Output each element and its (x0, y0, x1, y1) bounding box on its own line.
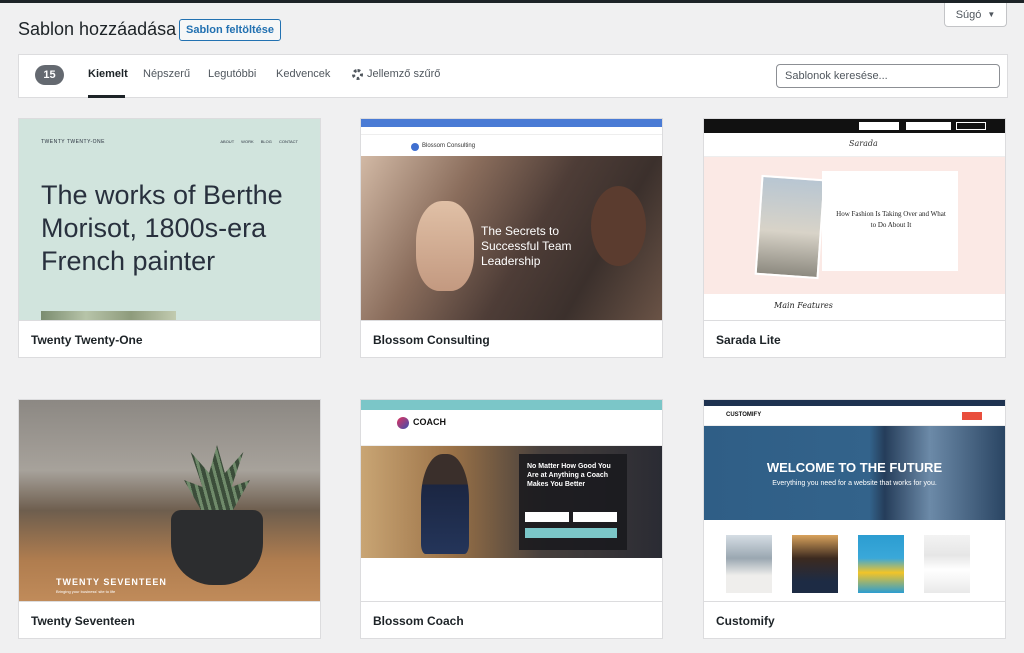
preview-headline: No Matter How Good You Are at Anything a… (527, 463, 611, 488)
theme-card-twenty-twenty-one[interactable]: TWENTY TWENTY-ONE ABOUT WORK BLOG CONTAC… (18, 118, 321, 358)
upload-theme-button[interactable]: Sablon feltöltése (179, 19, 282, 41)
theme-name: Sarada Lite (704, 320, 1005, 357)
help-tab-label: Súgó (955, 8, 982, 21)
theme-name: Twenty Seventeen (19, 601, 320, 638)
preview-logo-icon (411, 143, 419, 151)
preview-headline: How Fashion Is Taking Over and What to D… (836, 210, 946, 229)
preview-headline: The Secrets to Successful Team Leadershi… (481, 224, 572, 268)
theme-card-blossom-coach[interactable]: COACH No Matter How Good You Are at Anyt… (360, 399, 663, 639)
preview-product-image (792, 535, 838, 593)
preview-photo (754, 174, 826, 280)
preview-pot (171, 510, 263, 585)
preview-input (906, 122, 951, 130)
caret-down-icon: ▼ (987, 10, 996, 19)
preview-hero-image: No Matter How Good You Are at Anything a… (361, 446, 662, 558)
theme-screenshot[interactable]: COACH No Matter How Good You Are at Anyt… (361, 400, 662, 601)
theme-screenshot[interactable]: Blossom Consulting The Secrets to Succes… (361, 119, 662, 320)
preview-newsletter-bar (704, 119, 1005, 133)
preview-person (591, 186, 646, 266)
admin-top-bar (0, 0, 1024, 3)
preview-logo: Blossom Consulting (422, 143, 476, 149)
theme-name: Blossom Consulting (361, 320, 662, 357)
preview-logo: Sarada (849, 139, 878, 148)
theme-search-input[interactable] (776, 64, 1000, 88)
gear-icon (352, 68, 363, 80)
theme-card-twenty-seventeen[interactable]: TWENTY SEVENTEEN Bringing your business'… (18, 399, 321, 639)
theme-screenshot[interactable]: TWENTY TWENTY-ONE ABOUT WORK BLOG CONTAC… (19, 119, 320, 320)
preview-product-image (726, 535, 772, 593)
preview-hero-image: WELCOME TO THE FUTURE Everything you nee… (704, 426, 1005, 520)
tab-favorites[interactable]: Kedvencek (276, 68, 330, 80)
help-tab[interactable]: Súgó ▼ (944, 3, 1007, 27)
theme-screenshot[interactable]: CUSTOMIFY WELCOME TO THE FUTURE Everythi… (704, 400, 1005, 601)
tab-latest[interactable]: Legutóbbi (208, 68, 256, 80)
preview-button (525, 528, 617, 538)
preview-header: CUSTOMIFY (704, 406, 1005, 426)
theme-name: Blossom Coach (361, 601, 662, 638)
preview-input (859, 122, 899, 130)
preview-post-panel: How Fashion Is Taking Over and What to D… (822, 171, 958, 271)
theme-card-blossom-consulting[interactable]: Blossom Consulting The Secrets to Succes… (360, 118, 663, 358)
feature-filter-label: Jellemző szűrő (367, 68, 441, 80)
theme-screenshot[interactable]: TWENTY SEVENTEEN Bringing your business'… (19, 400, 320, 601)
preview-tagline: Bringing your business' site to life (56, 589, 116, 594)
preview-contact-bar (361, 127, 662, 135)
tab-popular[interactable]: Népszerű (143, 68, 190, 80)
preview-headline: The works of Berthe Morisot, 1800s-era F… (41, 180, 283, 276)
preview-brand: TWENTY SEVENTEEN (56, 577, 167, 587)
preview-logo: CUSTOMIFY (726, 412, 762, 418)
preview-product-image (858, 535, 904, 593)
preview-top-bar (361, 119, 662, 127)
preview-person (416, 201, 474, 291)
theme-filter-bar: 15 Kiemelt Népszerű Legutóbbi Kedvencek … (18, 54, 1008, 98)
preview-person (421, 454, 469, 554)
preview-product-image (924, 535, 970, 593)
preview-header: Blossom Consulting (361, 136, 662, 156)
preview-hero-image: The Secrets to Successful Team Leadershi… (361, 156, 662, 320)
theme-name: Twenty Twenty-One (19, 320, 320, 357)
preview-signup-box: No Matter How Good You Are at Anything a… (519, 454, 627, 550)
preview-button (956, 122, 986, 130)
active-tab-indicator (88, 95, 125, 98)
page-title: Sablon hozzáadása (18, 19, 177, 39)
preview-top-bar (361, 400, 662, 410)
preview-headline: WELCOME TO THE FUTURE (766, 460, 943, 475)
preview-subline: Everything you need for a website that w… (772, 480, 937, 487)
theme-card-sarada-lite[interactable]: Sarada How Fashion Is Taking Over and Wh… (703, 118, 1006, 358)
theme-card-customify[interactable]: CUSTOMIFY WELCOME TO THE FUTURE Everythi… (703, 399, 1006, 639)
preview-brand: TWENTY TWENTY-ONE (41, 139, 105, 145)
preview-input (573, 512, 617, 522)
preview-button (962, 412, 982, 420)
preview-section-title: Main Features (774, 301, 833, 310)
preview-nav: Sarada (704, 133, 1005, 157)
preview-plant (184, 445, 250, 515)
theme-screenshot[interactable]: Sarada How Fashion Is Taking Over and Wh… (704, 119, 1005, 320)
preview-logo: COACH (413, 417, 446, 427)
tab-featured[interactable]: Kiemelt (88, 68, 128, 80)
theme-count-badge: 15 (35, 65, 64, 85)
preview-logo-icon (397, 417, 409, 429)
preview-logos-strip (361, 558, 662, 601)
preview-image-strip (41, 311, 176, 320)
preview-nav: ABOUT WORK BLOG CONTACT (220, 139, 298, 144)
feature-filter-button[interactable]: Jellemző szűrő (352, 68, 440, 80)
preview-input (525, 512, 569, 522)
theme-name: Customify (704, 601, 1005, 638)
